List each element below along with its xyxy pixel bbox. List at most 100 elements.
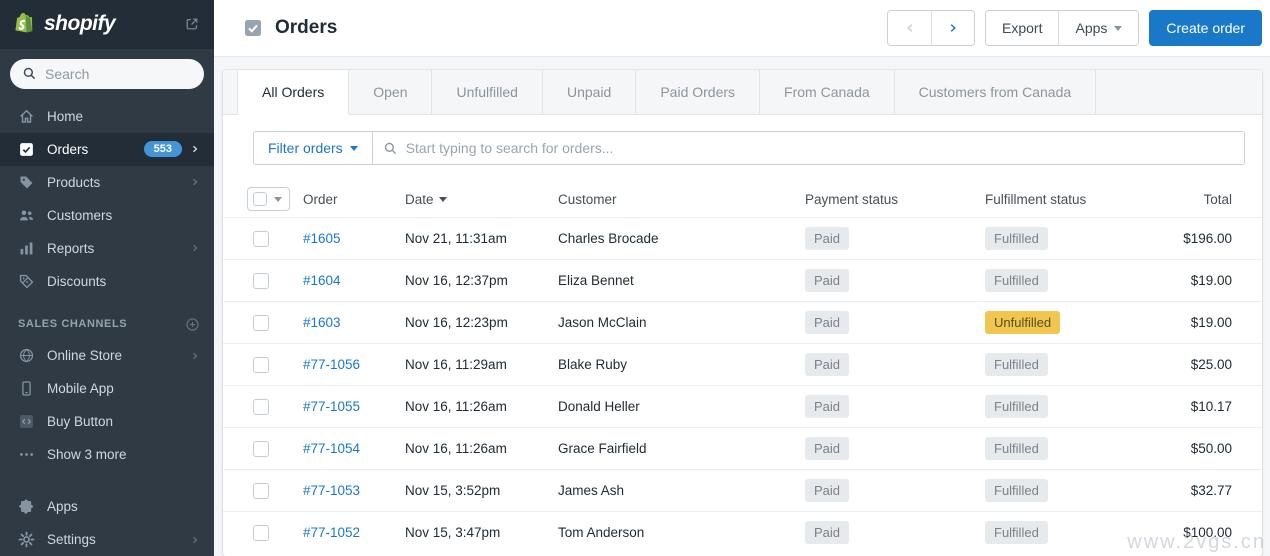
sidebar-item-home[interactable]: Home <box>0 100 214 133</box>
sidebar-item-apps[interactable]: Apps <box>0 490 214 523</box>
payment-status-badge: Paid <box>805 269 850 292</box>
payment-status-badge: Paid <box>805 353 850 376</box>
column-header-date[interactable]: Date <box>405 192 558 207</box>
orders-page-icon <box>243 18 263 38</box>
search-icon <box>22 66 37 81</box>
filter-orders-button[interactable]: Filter orders <box>253 131 373 165</box>
row-checkbox[interactable] <box>253 272 269 289</box>
order-number-link[interactable]: #77-1056 <box>303 357 360 372</box>
reports-icon <box>18 240 35 257</box>
home-icon <box>18 108 35 125</box>
order-number-link[interactable]: #77-1052 <box>303 525 360 540</box>
column-header-payment-status[interactable]: Payment status <box>805 192 985 207</box>
tab-paid-orders[interactable]: Paid Orders <box>636 70 761 114</box>
select-all-checkbox[interactable] <box>253 192 267 206</box>
select-all-control[interactable] <box>247 187 290 211</box>
order-number-link[interactable]: #1603 <box>303 315 341 330</box>
order-date: Nov 15, 3:52pm <box>405 483 501 498</box>
table-row[interactable]: #1604 Nov 16, 12:37pm Eliza Bennet Paid … <box>223 259 1262 301</box>
customer-name: James Ash <box>558 483 625 498</box>
sidebar-item-mobile-app[interactable]: Mobile App <box>0 372 214 405</box>
sort-caret-icon <box>438 197 447 203</box>
sidebar-item-show-more[interactable]: Show 3 more <box>0 438 214 471</box>
row-checkbox[interactable] <box>253 230 269 247</box>
table-row[interactable]: #1605 Nov 21, 11:31am Charles Brocade Pa… <box>223 217 1262 259</box>
tab-unfulfilled[interactable]: Unfulfilled <box>432 70 543 114</box>
orders-search-input[interactable] <box>405 140 1234 156</box>
sidebar: shopify Search Home Orders 553 Products … <box>0 0 214 556</box>
tag-icon <box>18 174 35 191</box>
fulfillment-status-badge: Fulfilled <box>985 353 1048 376</box>
column-header-customer[interactable]: Customer <box>558 192 805 207</box>
order-number-link[interactable]: #1605 <box>303 231 341 246</box>
order-total: $19.00 <box>1190 273 1232 288</box>
create-order-button[interactable]: Create order <box>1149 10 1262 46</box>
globe-icon <box>18 347 35 364</box>
order-date: Nov 21, 11:31am <box>405 231 507 246</box>
next-page-button[interactable] <box>931 11 975 45</box>
tab-unpaid[interactable]: Unpaid <box>543 70 637 114</box>
sidebar-item-buy-button[interactable]: Buy Button <box>0 405 214 438</box>
logo-bar: shopify <box>0 0 214 48</box>
payment-status-badge: Paid <box>805 479 850 502</box>
tab-open[interactable]: Open <box>349 70 433 114</box>
pagination-group <box>887 10 976 46</box>
table-row[interactable]: #77-1055 Nov 16, 11:26am Donald Heller P… <box>223 385 1262 427</box>
row-checkbox[interactable] <box>253 482 269 499</box>
order-total: $19.00 <box>1190 315 1232 330</box>
row-checkbox[interactable] <box>253 314 269 331</box>
column-header-order[interactable]: Order <box>303 192 405 207</box>
row-checkbox[interactable] <box>253 440 269 457</box>
order-date: Nov 16, 11:26am <box>405 399 507 414</box>
apps-dropdown-button[interactable]: Apps <box>1058 11 1139 45</box>
order-date: Nov 15, 3:47pm <box>405 525 501 540</box>
sidebar-item-orders[interactable]: Orders 553 <box>0 132 214 166</box>
column-header-fulfillment-status[interactable]: Fulfillment status <box>985 192 1145 207</box>
sidebar-item-reports[interactable]: Reports <box>0 232 214 265</box>
sidebar-item-customers[interactable]: Customers <box>0 199 214 232</box>
table-header-row: Order Date Customer Payment status Fulfi… <box>223 181 1262 217</box>
add-channel-plus-icon[interactable] <box>185 317 200 332</box>
table-row[interactable]: #1603 Nov 16, 12:23pm Jason McClain Paid… <box>223 301 1262 343</box>
column-header-total[interactable]: Total <box>1145 192 1262 207</box>
sidebar-item-discounts[interactable]: Discounts <box>0 265 214 298</box>
previous-page-button[interactable] <box>888 11 932 45</box>
order-number-link[interactable]: #77-1055 <box>303 399 360 414</box>
page-title: Orders <box>275 17 338 38</box>
order-number-link[interactable]: #1604 <box>303 273 341 288</box>
row-checkbox[interactable] <box>253 356 269 373</box>
order-total: $196.00 <box>1183 231 1232 246</box>
order-number-link[interactable]: #77-1053 <box>303 483 360 498</box>
ellipsis-icon <box>18 446 35 463</box>
sidebar-item-products[interactable]: Products <box>0 166 214 199</box>
order-number-link[interactable]: #77-1054 <box>303 441 360 456</box>
main-area: Orders Export Apps Create order All Orde… <box>214 0 1270 556</box>
chevron-right-icon <box>190 243 200 253</box>
export-button[interactable]: Export <box>986 11 1059 45</box>
order-view-tabs: All Orders Open Unfulfilled Unpaid Paid Orde… <box>223 70 1262 115</box>
row-checkbox[interactable] <box>253 398 269 415</box>
payment-status-badge: Paid <box>805 311 850 334</box>
fulfillment-status-badge: Fulfilled <box>985 269 1048 292</box>
customer-name: Tom Anderson <box>558 525 645 540</box>
tab-all-orders[interactable]: All Orders <box>237 70 350 115</box>
customer-name: Grace Fairfield <box>558 441 647 456</box>
row-checkbox[interactable] <box>253 524 269 541</box>
fulfillment-status-badge: Fulfilled <box>985 227 1048 250</box>
tab-customers-from-canada[interactable]: Customers from Canada <box>895 70 1097 114</box>
external-link-icon[interactable] <box>184 16 200 32</box>
table-row[interactable]: #77-1052 Nov 15, 3:47pm Tom Anderson Pai… <box>223 511 1262 553</box>
table-row[interactable]: #77-1053 Nov 15, 3:52pm James Ash Paid F… <box>223 469 1262 511</box>
shopify-wordmark: shopify <box>44 11 116 35</box>
payment-status-badge: Paid <box>805 437 850 460</box>
sidebar-search-input[interactable]: Search <box>10 58 204 89</box>
tab-from-canada[interactable]: From Canada <box>760 70 895 114</box>
sidebar-item-online-store[interactable]: Online Store <box>0 339 214 372</box>
buy-button-code-icon <box>18 413 35 430</box>
customers-icon <box>18 207 35 224</box>
table-row[interactable]: #77-1056 Nov 16, 11:29am Blake Ruby Paid… <box>223 343 1262 385</box>
table-body: #1605 Nov 21, 11:31am Charles Brocade Pa… <box>223 217 1262 553</box>
sidebar-item-settings[interactable]: Settings <box>0 523 214 556</box>
table-row[interactable]: #77-1054 Nov 16, 11:26am Grace Fairfield… <box>223 427 1262 469</box>
order-date: Nov 16, 11:26am <box>405 441 507 456</box>
